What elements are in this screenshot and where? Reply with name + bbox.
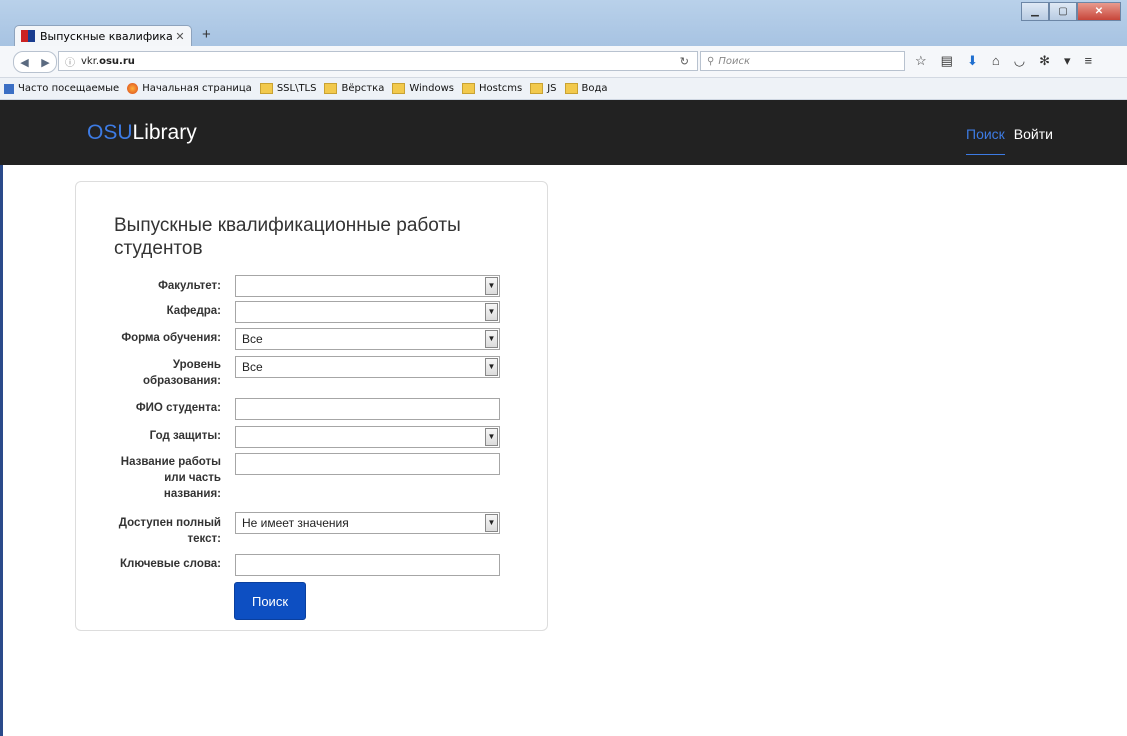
- defense-year-select[interactable]: ▼: [235, 426, 500, 448]
- back-icon[interactable]: ◀: [20, 56, 28, 69]
- menu-icon[interactable]: ≡: [1085, 53, 1093, 69]
- edu-level-select[interactable]: Все ▼: [235, 356, 500, 378]
- bookmark-most-visited[interactable]: Часто посещаемые: [4, 83, 119, 94]
- magnifier-icon: ⚲: [707, 55, 715, 67]
- search-placeholder: Поиск: [718, 55, 751, 67]
- bookmark-folder-layout[interactable]: Вёрстка: [324, 83, 384, 94]
- browser-titlebar: Выпускные квалификаци... ✕ + ▁ ▢ ✕: [0, 0, 1127, 46]
- pocket-icon[interactable]: ◡: [1014, 53, 1025, 69]
- keywords-label: Ключевые слова:: [120, 558, 221, 570]
- window-close-icon[interactable]: ✕: [1077, 2, 1121, 21]
- browser-toolbar: ◀ ▶ ⓘ vkr. osu.ru ↻ ⚲ Поиск ☆ ▤ ⬇ ⌂ ◡ ✻ ▾…: [0, 46, 1127, 78]
- history-arrows: ◀ ▶: [13, 51, 57, 73]
- dropdown-arrow-icon[interactable]: ▼: [485, 358, 498, 376]
- overflow-chevron-icon[interactable]: ▾: [1064, 53, 1071, 69]
- faculty-label: Факультет:: [158, 280, 221, 292]
- browser-tools: ☆ ▤ ⬇ ⌂ ◡ ✻ ▾ ≡: [915, 53, 1092, 69]
- work-title-input[interactable]: [235, 453, 500, 475]
- full-text-label: Доступен полный текст:: [118, 517, 221, 545]
- browser-search-input[interactable]: ⚲ Поиск: [700, 51, 905, 71]
- window-controls: ▁ ▢ ✕: [1021, 2, 1121, 21]
- defense-year-label: Год защиты:: [149, 430, 221, 442]
- tab-close-icon[interactable]: ✕: [173, 30, 187, 43]
- department-label: Кафедра:: [166, 305, 221, 317]
- dropdown-arrow-icon[interactable]: ▼: [485, 514, 498, 532]
- bookmarks-bar: Часто посещаемые Начальная страница SSL\…: [0, 78, 1127, 100]
- dropdown-arrow-icon[interactable]: ▼: [485, 303, 498, 321]
- nav-login-link[interactable]: Войти: [1014, 126, 1053, 155]
- dropdown-arrow-icon[interactable]: ▼: [485, 330, 498, 348]
- home-icon[interactable]: ⌂: [992, 53, 1000, 69]
- bookmark-folder-water[interactable]: Вода: [564, 83, 608, 94]
- study-form-select[interactable]: Все ▼: [235, 328, 500, 350]
- most-visited-icon: [4, 83, 14, 94]
- address-bar[interactable]: ⓘ vkr. osu.ru ↻: [58, 51, 698, 71]
- bookmark-folder-windows[interactable]: Windows: [392, 83, 454, 94]
- full-text-select[interactable]: Не имеет значения ▼: [235, 512, 500, 534]
- forward-icon[interactable]: ▶: [41, 56, 49, 69]
- minimize-icon[interactable]: ▁: [1021, 2, 1049, 21]
- bookmark-folder-js[interactable]: JS: [530, 83, 557, 94]
- reload-icon[interactable]: ↻: [680, 55, 689, 68]
- site-favicon-icon: [21, 30, 35, 42]
- browser-tab[interactable]: Выпускные квалификаци... ✕: [14, 25, 192, 46]
- bookmark-star-icon[interactable]: ☆: [915, 53, 927, 69]
- search-submit-button[interactable]: Поиск: [234, 582, 306, 620]
- site-nav-links: Поиск Войти: [966, 126, 1053, 155]
- form-title: Выпускные квалификационные работы студен…: [114, 215, 461, 259]
- bookmark-start-page[interactable]: Начальная страница: [127, 83, 252, 94]
- site-logo[interactable]: OSULibrary: [87, 121, 197, 145]
- study-form-label: Форма обучения:: [121, 332, 221, 344]
- dropdown-arrow-icon[interactable]: ▼: [485, 428, 498, 446]
- bookmark-folder-hostcms[interactable]: Hostcms: [461, 83, 522, 94]
- student-name-input[interactable]: [235, 398, 500, 420]
- addon-icon[interactable]: ✻: [1039, 53, 1050, 69]
- window-left-edge: [0, 165, 3, 736]
- tab-title: Выпускные квалификаци...: [40, 29, 173, 43]
- site-navbar: OSULibrary Поиск Войти: [0, 100, 1127, 165]
- department-select[interactable]: ▼: [235, 301, 500, 323]
- url-prefix: vkr.: [81, 55, 100, 67]
- search-form-panel: Выпускные квалификационные работы студен…: [75, 181, 548, 631]
- site-info-icon[interactable]: ⓘ: [65, 54, 75, 69]
- work-title-label: Название работы или часть названия:: [120, 456, 221, 500]
- bookmark-folder-ssl[interactable]: SSL\TLS: [259, 83, 316, 94]
- download-icon[interactable]: ⬇: [967, 53, 978, 69]
- student-name-label: ФИО студента:: [135, 402, 221, 414]
- folder-icon: [324, 83, 338, 94]
- folder-icon: [259, 83, 273, 94]
- folder-icon: [564, 83, 578, 94]
- folder-icon: [461, 83, 475, 94]
- firefox-icon: [127, 83, 139, 94]
- keywords-input[interactable]: [235, 554, 500, 576]
- folder-icon: [392, 83, 406, 94]
- reading-list-icon[interactable]: ▤: [941, 53, 953, 69]
- nav-search-link[interactable]: Поиск: [966, 126, 1005, 155]
- dropdown-arrow-icon[interactable]: ▼: [485, 277, 498, 295]
- edu-level-label: Уровень образования:: [142, 359, 221, 387]
- folder-icon: [530, 83, 544, 94]
- faculty-select[interactable]: ▼: [235, 275, 500, 297]
- new-tab-icon[interactable]: +: [202, 26, 211, 43]
- maximize-icon[interactable]: ▢: [1049, 2, 1077, 21]
- url-domain: osu.ru: [99, 55, 135, 67]
